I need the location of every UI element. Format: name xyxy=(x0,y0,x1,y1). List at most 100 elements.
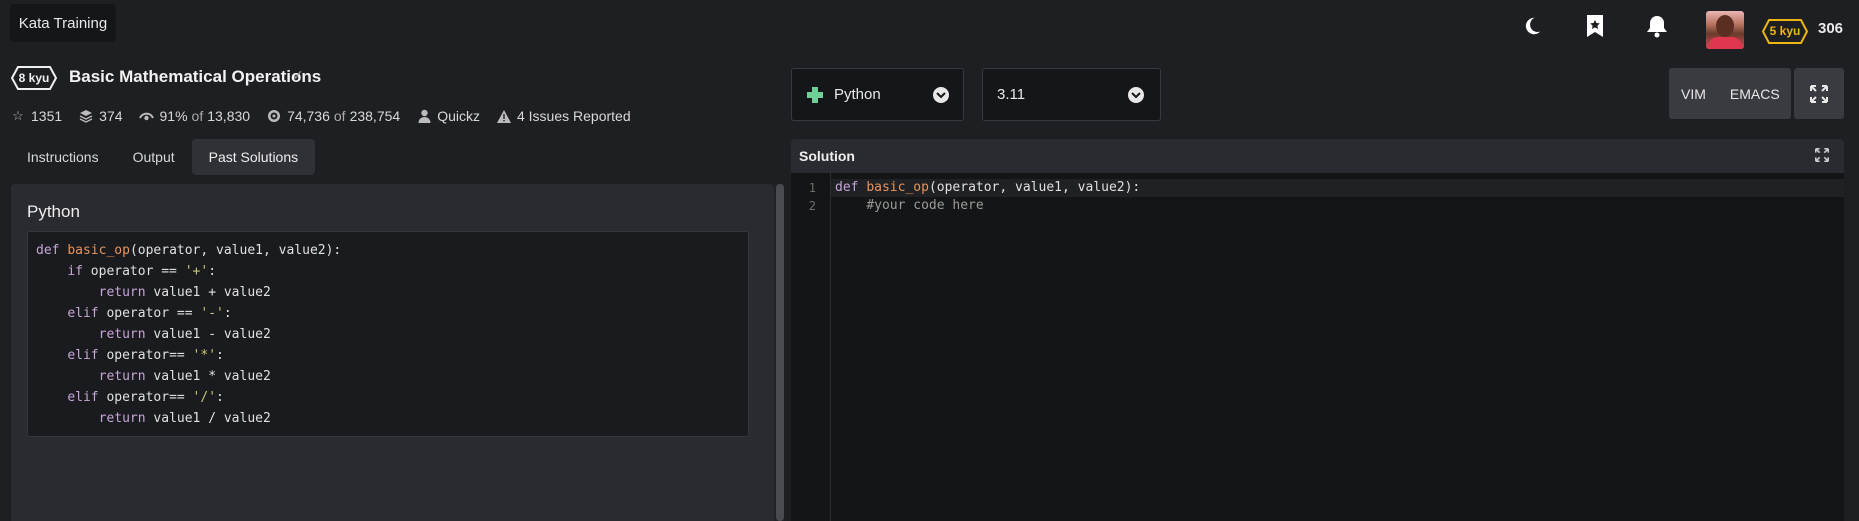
code-token: value1 / value2 xyxy=(145,411,271,426)
tab-past-solutions[interactable]: Past Solutions xyxy=(191,139,316,175)
tab-instructions[interactable]: Instructions xyxy=(10,139,116,175)
code-token: : xyxy=(223,306,232,321)
author-stat[interactable]: Quickz xyxy=(416,108,480,124)
code-token: : xyxy=(208,264,217,279)
code-token: value1 - value2 xyxy=(145,327,271,342)
code-line: return value1 * value2 xyxy=(36,366,740,387)
code-token: '-' xyxy=(200,306,224,321)
code-token: value1 * value2 xyxy=(145,369,271,384)
layers-icon xyxy=(78,108,94,124)
code-token: '+' xyxy=(184,264,209,279)
scrollbar-thumb[interactable] xyxy=(776,184,784,521)
editor-line[interactable]: def basic_op(operator, value1, value2): xyxy=(835,179,1140,197)
satisfaction-of: of xyxy=(191,108,204,124)
completed-count: 74,736 xyxy=(287,108,330,124)
solution-label: Solution xyxy=(799,148,855,164)
kyu-badge: 8 kyu xyxy=(11,66,57,90)
completed-stat: 74,736 of 238,754 xyxy=(266,108,400,124)
code-line: if operator == '+': xyxy=(36,261,740,282)
code-token: #your code here xyxy=(866,198,984,213)
code-token: basic_op xyxy=(866,180,929,195)
expand-icon xyxy=(1810,84,1828,103)
past-solutions-panel: Python def basic_op(operator, value1, va… xyxy=(11,184,784,521)
bell-icon[interactable] xyxy=(1645,14,1669,38)
fullscreen-button[interactable] xyxy=(1794,68,1844,119)
language-select-value: Python xyxy=(834,86,881,103)
code-token: operator== xyxy=(98,348,193,363)
code-token: (operator, value1, value2): xyxy=(928,180,1141,195)
author-name: Quickz xyxy=(437,108,480,124)
version-select[interactable]: 3.11 xyxy=(982,68,1161,121)
code-token: return xyxy=(98,369,146,384)
code-token: '*' xyxy=(192,348,217,363)
user-icon xyxy=(416,108,432,124)
code-token: '/' xyxy=(192,390,217,405)
top-nav: Kata Training 5 kyu 306 xyxy=(0,0,1859,49)
stars-count: 1351 xyxy=(31,108,63,124)
honor-score: 306 xyxy=(1818,20,1844,37)
issues-stat[interactable]: 4 Issues Reported xyxy=(496,108,631,124)
code-line: elif operator== '*': xyxy=(36,345,740,366)
code-token: : xyxy=(216,390,224,405)
line-gutter: 1 2 xyxy=(791,173,831,521)
target-icon xyxy=(266,108,282,124)
tab-output[interactable]: Output xyxy=(116,139,192,175)
chevron-down-icon xyxy=(1128,87,1144,103)
code-token: operator == xyxy=(98,306,201,321)
code-token: return xyxy=(98,411,146,426)
kyu-badge-label: 8 kyu xyxy=(18,71,50,85)
issues-count: 4 Issues Reported xyxy=(516,108,631,124)
code-line: return value1 - value2 xyxy=(36,324,740,345)
code-line: elif operator == '-': xyxy=(36,303,740,324)
code-token: elif xyxy=(67,348,99,363)
code-editor[interactable]: 1 2 def basic_op(operator, value1, value… xyxy=(791,173,1844,521)
satisfaction-stat: 91% of 13,830 xyxy=(139,108,251,124)
expand-icon[interactable] xyxy=(1815,148,1831,164)
collections-stat[interactable]: 374 xyxy=(78,108,123,124)
user-avatar[interactable] xyxy=(1706,11,1744,49)
kata-tabs: Instructions Output Past Solutions xyxy=(10,139,316,175)
completed-of: of xyxy=(333,108,346,124)
satisfaction-total: 13,830 xyxy=(207,108,251,124)
code-line: return value1 / value2 xyxy=(36,408,740,429)
line-number: 2 xyxy=(808,199,816,213)
stars-stat[interactable]: ☆ 1351 xyxy=(10,108,62,124)
code-token: def xyxy=(36,243,68,258)
kata-stats: ☆ 1351 374 91% of 13,830 74,736 of 238,7… xyxy=(10,106,647,126)
past-solution-language: Python xyxy=(27,202,80,221)
code-token: def xyxy=(835,180,867,195)
code-token: (operator, value1, value2): xyxy=(129,243,342,258)
code-token: return xyxy=(98,285,146,300)
vim-button[interactable]: VIM xyxy=(1669,86,1718,102)
completed-total: 238,754 xyxy=(349,108,401,124)
moon-icon[interactable] xyxy=(1520,14,1544,38)
python-icon xyxy=(806,86,824,104)
code-token: elif xyxy=(67,390,99,405)
code-line: def basic_op(operator, value1, value2): xyxy=(36,240,740,261)
warning-icon xyxy=(496,108,512,124)
rank-badge-label: 5 kyu xyxy=(1769,24,1801,38)
rank-badge[interactable]: 5 kyu xyxy=(1762,19,1808,44)
editor-line[interactable]: #your code here xyxy=(835,197,984,215)
version-select-value: 3.11 xyxy=(997,86,1026,103)
emacs-button[interactable]: EMACS xyxy=(1718,86,1792,102)
line-number: 1 xyxy=(808,181,816,195)
code-line: return value1 + value2 xyxy=(36,282,740,303)
code-token: operator == xyxy=(82,264,185,279)
language-select[interactable]: Python xyxy=(791,68,964,121)
bookmark-star-icon[interactable] xyxy=(1583,14,1607,38)
eye-icon xyxy=(139,108,155,124)
kata-training-tab[interactable]: Kata Training xyxy=(10,4,116,42)
past-solution-code: def basic_op(operator, value1, value2): … xyxy=(27,231,749,437)
kata-title: Basic Mathematical Operations xyxy=(69,67,322,86)
satisfaction-rate: 91% xyxy=(159,108,188,124)
kata-training-label: Kata Training xyxy=(18,14,108,32)
